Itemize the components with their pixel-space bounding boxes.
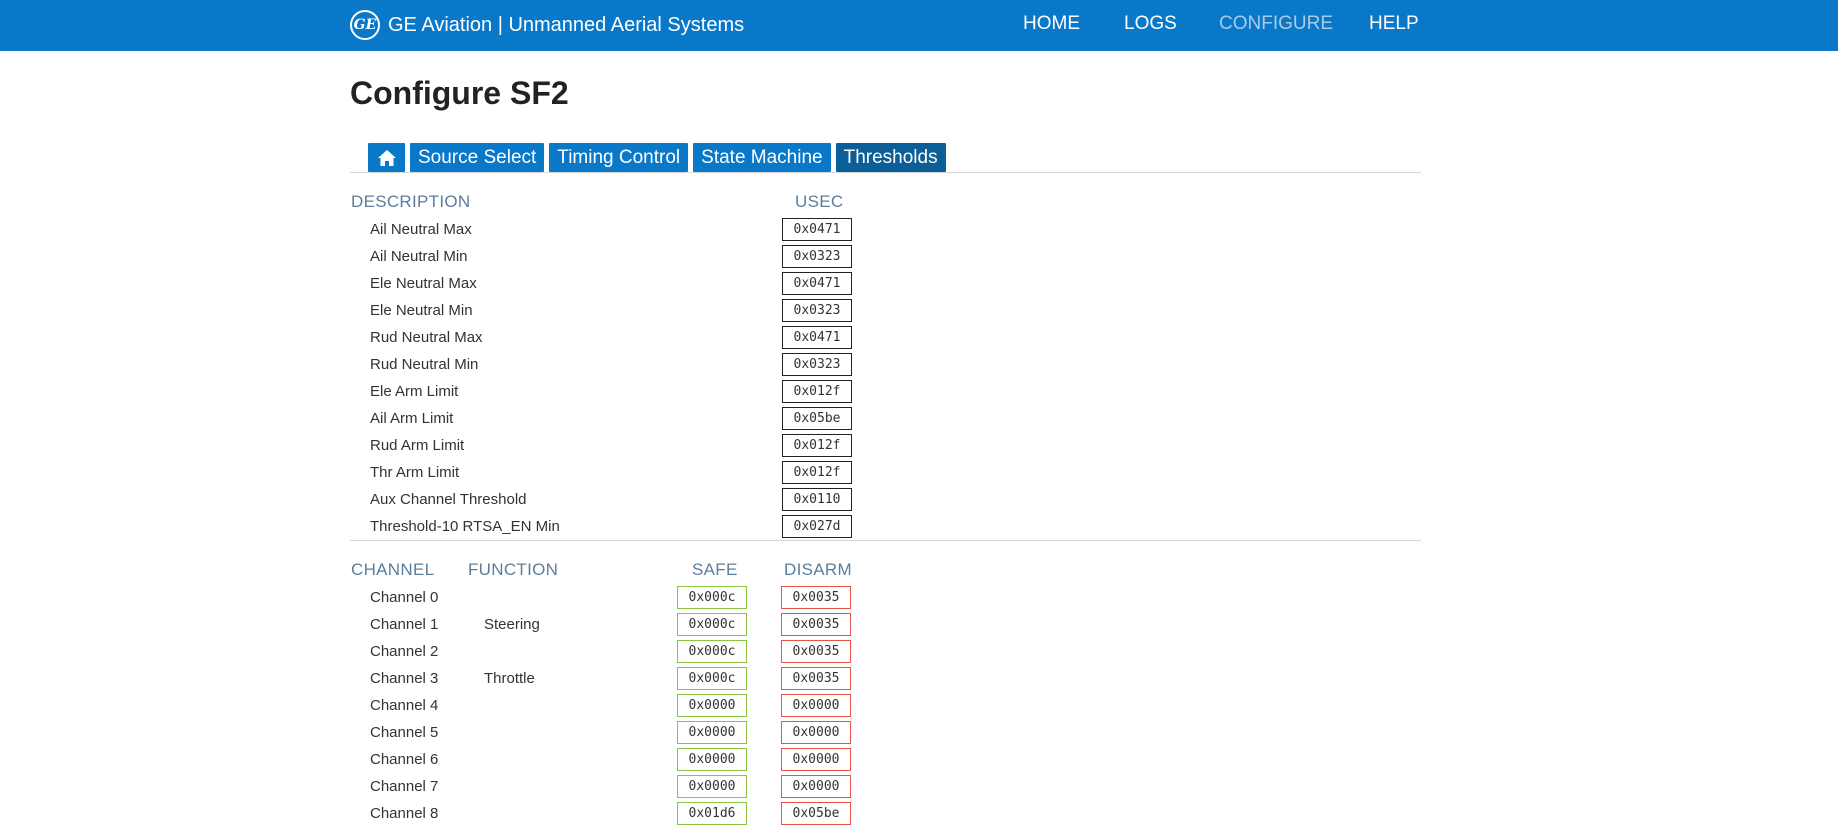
threshold-label: Aux Channel Threshold xyxy=(370,491,527,508)
safe-value-input[interactable]: 0x0000 xyxy=(677,775,747,798)
threshold-value-input[interactable]: 0x0471 xyxy=(782,218,852,241)
threshold-value-input[interactable]: 0x012f xyxy=(782,380,852,403)
disarm-value-input[interactable]: 0x0035 xyxy=(781,613,851,636)
channel-label: Channel 8 xyxy=(370,805,439,822)
safe-value-input[interactable]: 0x000c xyxy=(677,640,747,663)
disarm-value-input[interactable]: 0x0035 xyxy=(781,640,851,663)
channel-label: Channel 7 xyxy=(370,778,439,795)
threshold-value-input[interactable]: 0x0110 xyxy=(782,488,852,511)
tab-state-machine[interactable]: State Machine xyxy=(693,143,831,172)
disarm-value-input[interactable]: 0x0035 xyxy=(781,667,851,690)
page-title: Configure SF2 xyxy=(350,75,569,111)
disarm-value-input[interactable]: 0x0000 xyxy=(781,748,851,771)
top-navbar: GE GE Aviation | Unmanned Aerial Systems… xyxy=(0,0,1838,51)
threshold-label: Rud Neutral Max xyxy=(370,329,483,346)
channel-function: Steering xyxy=(484,616,540,633)
threshold-value-input[interactable]: 0x05be xyxy=(782,407,852,430)
nav-logs[interactable]: LOGS xyxy=(1124,13,1177,35)
threshold-value-input[interactable]: 0x012f xyxy=(782,461,852,484)
disarm-value-input[interactable]: 0x0035 xyxy=(781,586,851,609)
disarm-value-input[interactable]: 0x0000 xyxy=(781,721,851,744)
channel-label: Channel 3 xyxy=(370,670,439,687)
nav-help[interactable]: HELP xyxy=(1369,13,1419,35)
channel-function: Throttle xyxy=(484,670,535,687)
threshold-label: Ele Neutral Min xyxy=(370,302,473,319)
col-header-description: DESCRIPTION xyxy=(351,192,471,211)
safe-value-input[interactable]: 0x0000 xyxy=(677,748,747,771)
threshold-label: Threshold-10 RTSA_EN Min xyxy=(370,518,560,535)
channel-label: Channel 5 xyxy=(370,724,439,741)
threshold-value-input[interactable]: 0x0471 xyxy=(782,326,852,349)
channel-label: Channel 1 xyxy=(370,616,439,633)
col-header-function: FUNCTION xyxy=(468,560,559,579)
tab-home[interactable] xyxy=(368,143,405,172)
threshold-label: Ail Arm Limit xyxy=(370,410,454,427)
safe-value-input[interactable]: 0x0000 xyxy=(677,694,747,717)
home-icon xyxy=(377,149,396,166)
tab-thresholds[interactable]: Thresholds xyxy=(835,143,946,172)
nav-configure[interactable]: CONFIGURE xyxy=(1219,13,1333,35)
threshold-label: Ail Neutral Min xyxy=(370,248,468,265)
threshold-label: Ele Neutral Max xyxy=(370,275,477,292)
threshold-value-input[interactable]: 0x012f xyxy=(782,434,852,457)
threshold-value-input[interactable]: 0x0323 xyxy=(782,299,852,322)
tab-source-select[interactable]: Source Select xyxy=(410,143,545,172)
ge-logo-icon: GE xyxy=(350,10,380,40)
threshold-label: Thr Arm Limit xyxy=(370,464,460,481)
threshold-value-input[interactable]: 0x0323 xyxy=(782,353,852,376)
channel-label: Channel 2 xyxy=(370,643,439,660)
col-header-disarm: DISARM xyxy=(784,560,852,579)
config-tabs: Source Select Timing Control State Machi… xyxy=(368,143,946,172)
col-header-safe: SAFE xyxy=(692,560,738,579)
brand[interactable]: GE GE Aviation | Unmanned Aerial Systems xyxy=(350,9,744,41)
safe-value-input[interactable]: 0x000c xyxy=(677,613,747,636)
threshold-label: Rud Arm Limit xyxy=(370,437,465,454)
channel-label: Channel 6 xyxy=(370,751,439,768)
col-header-usec: USEC xyxy=(795,192,844,211)
safe-value-input[interactable]: 0x000c xyxy=(677,667,747,690)
safe-value-input[interactable]: 0x0000 xyxy=(677,721,747,744)
nav-home[interactable]: HOME xyxy=(1023,13,1080,35)
threshold-label: Ail Neutral Max xyxy=(370,221,472,238)
tab-timing-control[interactable]: Timing Control xyxy=(549,143,689,172)
threshold-label: Rud Neutral Min xyxy=(370,356,479,373)
channel-label: Channel 0 xyxy=(370,589,439,606)
threshold-value-input[interactable]: 0x027d xyxy=(782,515,852,538)
col-header-channel: CHANNEL xyxy=(351,560,435,579)
channel-label: Channel 4 xyxy=(370,697,439,714)
safe-value-input[interactable]: 0x000c xyxy=(677,586,747,609)
disarm-value-input[interactable]: 0x0000 xyxy=(781,694,851,717)
threshold-label: Ele Arm Limit xyxy=(370,383,459,400)
tabs-divider xyxy=(350,172,1421,173)
brand-title: GE Aviation | Unmanned Aerial Systems xyxy=(388,13,745,36)
section-divider xyxy=(350,540,1421,541)
threshold-value-input[interactable]: 0x0471 xyxy=(782,272,852,295)
disarm-value-input[interactable]: 0x0000 xyxy=(781,775,851,798)
threshold-value-input[interactable]: 0x0323 xyxy=(782,245,852,268)
